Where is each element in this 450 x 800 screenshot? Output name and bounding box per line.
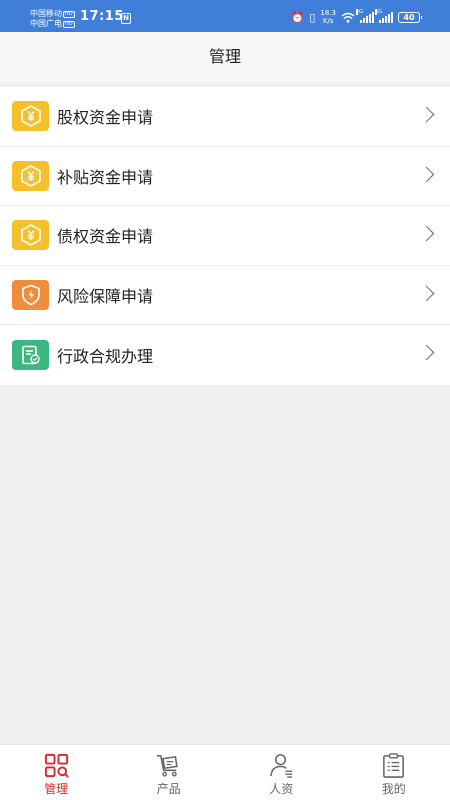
yuan-icon [12,220,49,251]
menu-item-label: 风险保障申请 [57,286,154,306]
chevron-right-icon [418,285,435,301]
chevron-right-icon [418,106,435,123]
title-bar: 管理 [0,32,450,82]
document-check-icon [12,339,49,370]
person-icon [269,754,292,778]
yuan-icon [12,101,49,132]
menu-item-subsidy-fund[interactable]: 补贴资金申请 [0,147,450,206]
yuan-icon [12,160,49,191]
alarm-icon: ⏰ [290,10,305,24]
battery-icon: 40 [398,11,422,23]
speed-unit: K/s [322,17,334,25]
tab-mine[interactable]: 我的 [338,745,450,800]
speed-value: 18.3 [320,9,336,17]
cart-icon [157,755,178,777]
nfc-icon: N [121,13,131,24]
tab-label: 产品 [156,782,181,796]
grid-search-icon [44,753,69,778]
tab-products[interactable]: 产品 [113,745,226,800]
hd-tag: HD [63,21,75,28]
tab-management[interactable]: 管理 [0,745,113,800]
menu-item-debt-fund[interactable]: 债权资金申请 [0,206,450,266]
hd-tag: HD [63,11,75,18]
carrier-info: 中国移动 HD 中国广电 HD [30,9,75,29]
menu-item-label: 股权资金申请 [57,108,154,128]
wifi-icon [341,12,355,23]
menu-item-label: 债权资金申请 [57,227,154,247]
network-speed: 18.3 K/s [320,9,336,25]
menu-item-equity-fund[interactable]: 股权资金申请 [0,87,450,147]
signal-1-icon: 5G [356,8,374,23]
status-bar: 中国移动 HD 中国广电 HD 17:15 N ⏰ ▯ 18.3 K/s 5G 5G… [0,0,450,32]
shield-lightning-icon [12,279,49,310]
chevron-right-icon [418,225,435,242]
menu-item-admin-compliance[interactable]: 行政合规办理 [0,325,450,385]
tab-label: 我的 [381,782,406,796]
menu-item-label: 行政合规办理 [57,346,154,366]
clipboard-icon [383,753,405,778]
status-time: 17:15 [80,9,124,24]
menu-item-risk-protection[interactable]: 风险保障申请 [0,266,450,325]
tab-hr[interactable]: 人资 [225,745,338,800]
chevron-right-icon [418,166,435,182]
tab-label: 人资 [269,782,294,796]
tab-label: 管理 [44,782,69,796]
page-title: 管理 [208,47,241,66]
vibrate-icon: ▯ [309,10,316,24]
signal-2-icon: 5G [375,8,393,23]
carrier-1: 中国移动 [30,9,62,18]
menu-list: 股权资金申请 补贴资金申请 债权资金申请 风险保障申请 行政合规办理 [0,87,450,385]
signal-1-gen: 5G [356,8,364,15]
menu-item-label: 补贴资金申请 [57,167,154,187]
bottom-tab-bar: 管理 产品 人资 我的 [0,744,450,800]
signal-2-gen: 5G [375,8,383,15]
carrier-2: 中国广电 [30,19,62,28]
status-icons: ⏰ ▯ 18.3 K/s 5G 5G 40 [290,8,422,26]
chevron-right-icon [418,344,435,361]
